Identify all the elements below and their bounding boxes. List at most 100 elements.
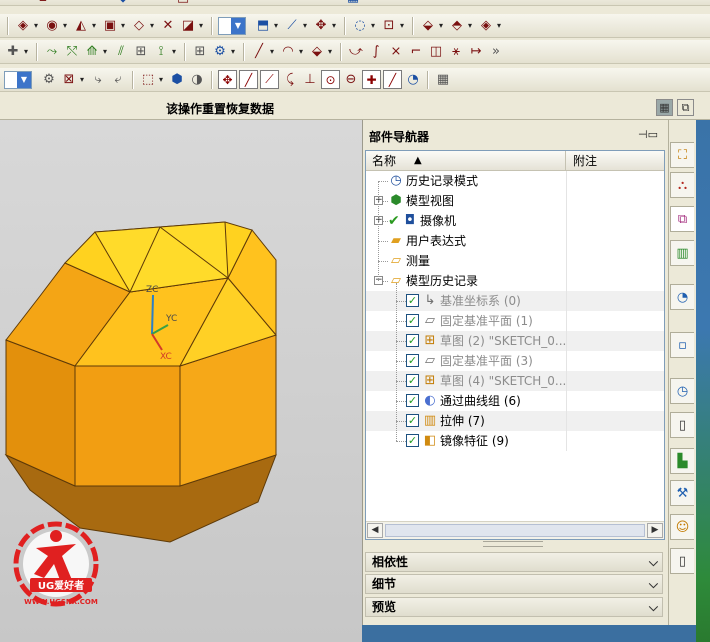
arc-icon[interactable]: ◠ [279, 43, 297, 61]
section-dependencies[interactable]: 相依性 ⌵ [365, 552, 663, 572]
overflow-icon[interactable]: » [487, 43, 505, 61]
dropdown-arrow-icon[interactable]: ▾ [172, 47, 179, 56]
sketch-plane-icon[interactable]: ⬒ [254, 17, 272, 35]
layer-settings-icon[interactable]: ▦ [656, 99, 673, 116]
snap-midpoint-icon[interactable]: ╱ [239, 70, 258, 89]
offset-curve-icon[interactable]: ⫽ [112, 43, 130, 61]
section-details[interactable]: 细节 ⌵ [365, 574, 663, 594]
select-body-icon[interactable]: ⬢ [168, 71, 186, 89]
suppress-checkbox[interactable]: ✓ [406, 434, 419, 447]
tree-row[interactable]: ✓ ↳ 基准坐标系 (0) [366, 291, 664, 311]
dropdown-arrow-icon[interactable]: ▾ [400, 21, 407, 30]
blend-edge-icon[interactable]: ✕ [159, 17, 177, 35]
part-navigator-tab-icon[interactable]: ⧉ [670, 206, 694, 232]
fillet-sketch-icon[interactable]: ⬙ [308, 43, 326, 61]
constraint-navigator-tab-icon[interactable]: ⛬ [670, 172, 694, 198]
snap-quadrant-icon[interactable]: ⊖ [342, 71, 360, 89]
assembly-navigator-tab-icon[interactable]: ⛶ [670, 142, 694, 168]
snap-existing-point-icon[interactable]: ✚ [362, 70, 381, 89]
selection-filter-combo[interactable] [218, 16, 246, 35]
snap-intersection-icon[interactable]: ⊥ [301, 71, 319, 89]
tree-row[interactable]: ▱ 测量 [366, 251, 664, 271]
dropdown-arrow-icon[interactable]: ▾ [371, 21, 378, 30]
roles-tab-icon[interactable]: ⚒ [670, 480, 694, 506]
surface-icon[interactable]: ◌ [351, 17, 369, 35]
box-feature-icon[interactable]: ◈ [14, 17, 32, 35]
toolbar-icon[interactable]: ▭ [284, 0, 302, 7]
suppress-checkbox[interactable]: ✓ [406, 294, 419, 307]
column-header-name[interactable]: 名称 [366, 151, 566, 171]
dropdown-arrow-icon[interactable]: ▾ [92, 21, 99, 30]
cone-feature-icon[interactable]: ◭ [72, 17, 90, 35]
manufacturing-wizard-tab-icon[interactable]: ▙ [670, 448, 694, 474]
dropdown-arrow-icon[interactable]: ▾ [34, 21, 41, 30]
toolbar-icon[interactable]: ◆ [114, 0, 132, 7]
history-tab-icon[interactable]: ▫ [670, 332, 694, 358]
reuse-library-tab-icon[interactable]: ▥ [670, 240, 694, 266]
toolbar-icon[interactable]: ▦ [344, 0, 362, 7]
spline-icon[interactable]: ⤲ [63, 43, 81, 61]
horizontal-scrollbar[interactable]: ◀ ▶ [366, 521, 664, 539]
toolbar-icon[interactable]: ▪ [34, 0, 52, 7]
scroll-left-icon[interactable]: ◀ [367, 523, 383, 538]
suppress-checkbox[interactable]: ✓ [406, 414, 419, 427]
project-curve-icon[interactable]: ⊞ [132, 43, 150, 61]
dropdown-arrow-icon[interactable]: ▾ [270, 47, 277, 56]
tree-row[interactable]: ✓ ◐ 通过曲线组 (6) [366, 391, 664, 411]
snap-on-face-icon[interactable]: ◔ [404, 71, 422, 89]
tree-row[interactable]: − ▱ 模型历史记录 [366, 271, 664, 291]
dropdown-arrow-icon[interactable]: ▾ [150, 21, 157, 30]
tree-row[interactable]: ✓ ⊞ 草图 (2) "SKETCH_0... [366, 331, 664, 351]
make-corner-icon[interactable]: ◫ [427, 43, 445, 61]
suppress-checkbox[interactable]: ✓ [406, 394, 419, 407]
section-preview[interactable]: 预览 ⌵ [365, 597, 663, 617]
dropdown-arrow-icon[interactable]: ▾ [63, 21, 70, 30]
snap-on-curve-icon[interactable]: ╱ [383, 70, 402, 89]
sweep-icon[interactable]: ⟋ [283, 17, 301, 35]
snap-control-point-icon[interactable]: ⟋ [260, 70, 279, 89]
extract-geometry-icon[interactable]: ⊞ [191, 43, 209, 61]
pin-icon[interactable]: ⊣▭ [638, 128, 658, 141]
line-icon[interactable]: ╱ [250, 43, 268, 61]
rectangle-select-icon[interactable]: ⬚ [139, 71, 157, 89]
web-browser-tab-icon[interactable]: ◔ [670, 284, 694, 310]
dropdown-arrow-icon[interactable]: ▾ [199, 21, 206, 30]
selection-scope-icon[interactable]: ⚙ [40, 71, 58, 89]
panel-splitter[interactable] [483, 541, 543, 547]
dropdown-arrow-icon[interactable]: ▾ [468, 21, 475, 30]
corner-icon[interactable]: ⌐ [407, 43, 425, 61]
point-icon[interactable]: ✚ [4, 43, 22, 61]
scroll-right-icon[interactable]: ▶ [647, 523, 663, 538]
profile-icon[interactable]: ⤻ [347, 43, 365, 61]
constraint-icon[interactable]: ⚹ [447, 43, 465, 61]
cylinder-feature-icon[interactable]: ◉ [43, 17, 61, 35]
type-filter-combo[interactable] [4, 70, 32, 89]
dropdown-arrow-icon[interactable]: ▾ [231, 47, 238, 56]
checkmark-icon[interactable]: ✔ [388, 211, 400, 231]
dimension-icon[interactable]: ↦ [467, 43, 485, 61]
dropdown-arrow-icon[interactable]: ▾ [332, 21, 339, 30]
dropdown-arrow-icon[interactable]: ▾ [24, 47, 31, 56]
scroll-thumb[interactable] [385, 524, 645, 537]
replace-face-icon[interactable]: ⬘ [448, 17, 466, 35]
suppress-checkbox[interactable]: ✓ [406, 374, 419, 387]
tree-row[interactable]: ✓ ▥ 拉伸 (7) [366, 411, 664, 431]
dropdown-arrow-icon[interactable]: ▾ [274, 21, 281, 30]
system-scene-tab-icon[interactable]: ☺ [670, 514, 694, 540]
curve-icon[interactable]: ⤳ [43, 43, 61, 61]
quick-trim-icon[interactable]: ⨯ [387, 43, 405, 61]
offset-face-icon[interactable]: ⬙ [419, 17, 437, 35]
bridge-curve-icon[interactable]: ⟰ [83, 43, 101, 61]
dropdown-arrow-icon[interactable]: ▾ [497, 21, 504, 30]
boolean-unite-icon[interactable]: ▣ [101, 17, 119, 35]
tree-row[interactable]: ✓ ⊞ 草图 (4) "SKETCH_0... [366, 371, 664, 391]
feature-tree[interactable]: 名称 ▲ 附注 ◷ 历史记录模式 + ⬢ 模型视图 + ✔ ◘ 摄像机 ▰ 用户表达式 ▱ 测量 − ▱ 模型… [365, 150, 665, 540]
pattern-icon[interactable]: ✥ [312, 17, 330, 35]
tree-row[interactable]: ✓ ▱ 固定基准平面 (3) [366, 351, 664, 371]
dropdown-arrow-icon[interactable]: ▾ [159, 75, 166, 84]
grid-icon[interactable]: ▦ [434, 71, 452, 89]
select-all-icon[interactable]: ⊠ [60, 71, 78, 89]
toolbar-icon[interactable]: □ [174, 0, 192, 7]
snap-center-icon[interactable]: ⊙ [321, 70, 340, 89]
suppress-checkbox[interactable]: ✓ [406, 314, 419, 327]
